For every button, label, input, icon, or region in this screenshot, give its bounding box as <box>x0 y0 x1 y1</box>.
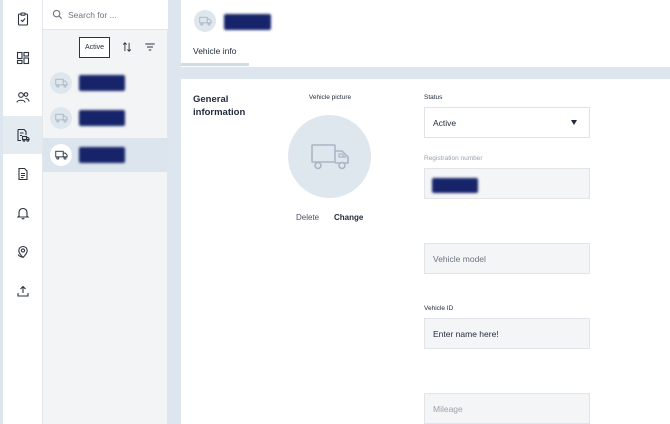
document-icon <box>17 167 28 181</box>
vehicle-list-panel: Active <box>42 0 168 424</box>
filter-lines-icon <box>145 43 155 51</box>
vehicle-name-redacted <box>79 110 125 126</box>
vehicle-avatar <box>50 144 72 166</box>
status-label: Status <box>424 94 443 101</box>
mileage-placeholder: Mileage <box>433 404 463 414</box>
vehicle-title-redacted <box>224 14 271 30</box>
truck-icon <box>54 78 68 88</box>
vehicle-list-item[interactable] <box>43 101 168 135</box>
panel-gutter <box>168 0 181 424</box>
vehicle-name-redacted <box>79 147 125 163</box>
clipboard-check-icon <box>17 12 28 26</box>
search-box <box>43 0 168 30</box>
caret-down-icon <box>571 120 577 125</box>
section-title: General information <box>193 94 246 118</box>
users-icon <box>15 92 30 103</box>
vehicle-id-label: Vehicle ID <box>424 305 454 312</box>
vehicle-picture[interactable] <box>288 115 371 198</box>
truck-icon <box>310 143 349 169</box>
search-input[interactable] <box>68 9 158 20</box>
vehicle-id-field[interactable]: Enter name here! <box>424 318 590 349</box>
truck-icon <box>198 16 212 26</box>
truck-icon <box>54 113 68 123</box>
nav-item-vehicles[interactable] <box>3 116 42 154</box>
nav-rail <box>3 0 42 424</box>
vehicle-list-item[interactable] <box>43 66 168 100</box>
vehicle-document-icon <box>16 128 30 142</box>
nav-item-notifications[interactable] <box>3 194 42 232</box>
vehicle-avatar <box>50 72 72 94</box>
filter-button[interactable] <box>143 40 157 54</box>
vehicle-avatar <box>50 107 72 129</box>
vehicle-model-placeholder: Vehicle model <box>433 254 486 264</box>
vehicle-id-placeholder: Enter name here! <box>433 329 499 339</box>
change-picture-button[interactable]: Change <box>334 213 363 222</box>
nav-item-tasks[interactable] <box>3 0 42 38</box>
nav-item-upload[interactable] <box>3 272 42 310</box>
header-divider-band <box>181 67 670 79</box>
vehicle-picture-label: Vehicle picture <box>308 94 352 101</box>
filter-chip-active[interactable]: Active <box>79 37 110 58</box>
bell-icon <box>16 207 29 220</box>
nav-item-users[interactable] <box>3 78 42 116</box>
vehicle-list-item-selected[interactable] <box>43 138 168 172</box>
vehicle-name-redacted <box>79 75 125 91</box>
vehicle-model-field[interactable]: Vehicle model <box>424 243 590 274</box>
status-value: Active <box>433 118 457 128</box>
location-pin-icon <box>17 245 28 259</box>
tab-active-indicator <box>181 63 249 66</box>
nav-item-documents[interactable] <box>3 155 42 193</box>
tab-vehicle-info[interactable]: Vehicle info <box>193 46 236 56</box>
sort-arrows-icon <box>122 42 132 52</box>
sort-button[interactable] <box>121 40 133 54</box>
vehicle-header: Vehicle info <box>181 0 670 67</box>
mileage-field[interactable]: Mileage <box>424 393 590 424</box>
header-vehicle-avatar <box>194 10 216 32</box>
delete-picture-button[interactable]: Delete <box>296 213 319 222</box>
registration-number-label: Registration number <box>424 155 483 162</box>
truck-icon <box>54 150 68 160</box>
nav-item-dashboard[interactable] <box>3 39 42 77</box>
registration-number-field[interactable] <box>424 168 590 199</box>
upload-icon <box>16 285 29 297</box>
status-select[interactable]: Active <box>424 107 590 138</box>
registration-number-redacted <box>432 178 478 193</box>
nav-item-locations[interactable] <box>3 233 42 271</box>
dashboard-grid-icon <box>16 51 29 65</box>
search-icon <box>52 9 63 20</box>
